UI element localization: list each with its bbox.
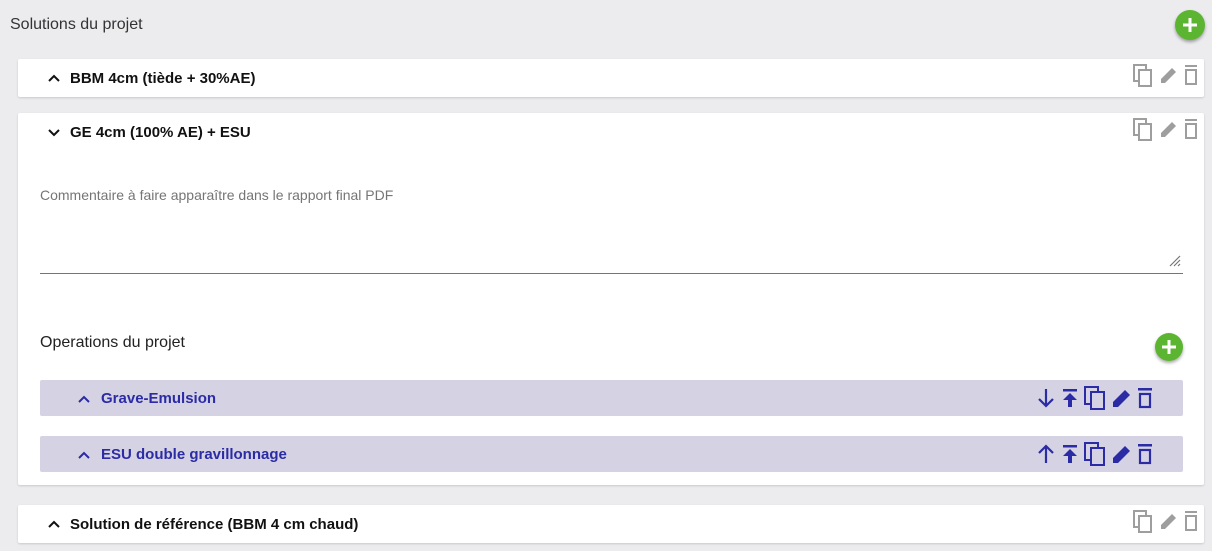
resize-handle-icon[interactable] [1167,253,1181,267]
solution-actions [1132,63,1200,87]
chevron-up-icon [48,520,60,528]
add-operation-button[interactable] [1155,333,1183,361]
trash-icon[interactable] [1135,386,1155,410]
pencil-icon[interactable] [1110,386,1132,410]
operation-actions [1035,385,1155,411]
chevron-down-icon [48,129,60,137]
solution-card: BBM 4cm (tiède + 30%AE) [18,59,1204,97]
solutions-header: Solutions du projet [0,0,1212,50]
solution-title: BBM 4cm (tiède + 30%AE) [70,69,256,87]
solution-header[interactable]: Solution de référence (BBM 4 cm chaud) [18,505,1204,543]
plus-icon [1183,18,1197,32]
operation-actions [1035,441,1155,467]
chevron-up-icon [48,74,60,82]
pencil-icon[interactable] [1158,63,1178,87]
operation-row[interactable]: ESU double gravillonnage [40,436,1183,472]
copy-icon[interactable] [1083,385,1107,411]
move-to-top-icon[interactable] [1060,386,1080,410]
plus-icon [1162,340,1176,354]
solution-title: GE 4cm (100% AE) + ESU [70,123,251,141]
operation-label: Grave-Emulsion [101,390,217,407]
pencil-icon[interactable] [1158,509,1178,533]
solution-header[interactable]: BBM 4cm (tiède + 30%AE) [18,59,1204,97]
pencil-icon[interactable] [1110,442,1132,466]
solution-actions [1132,117,1200,141]
add-solution-button[interactable] [1175,10,1205,40]
chevron-up-icon [78,451,90,459]
solution-header[interactable]: GE 4cm (100% AE) + ESU [18,113,1204,151]
move-to-top-icon[interactable] [1060,442,1080,466]
section-title: Solutions du projet [10,16,143,33]
trash-icon[interactable] [1182,117,1200,141]
copy-icon[interactable] [1083,441,1107,467]
trash-icon[interactable] [1182,509,1200,533]
operation-label: ESU double gravillonnage [101,446,287,463]
copy-icon[interactable] [1132,63,1154,87]
trash-icon[interactable] [1135,442,1155,466]
comment-textarea[interactable]: Commentaire à faire apparaître dans le r… [40,173,1183,274]
solution-actions [1132,509,1200,533]
solution-card: Solution de référence (BBM 4 cm chaud) [18,505,1204,543]
operation-row[interactable]: Grave-Emulsion [40,380,1183,416]
solution-title: Solution de référence (BBM 4 cm chaud) [70,515,359,533]
copy-icon[interactable] [1132,509,1154,533]
solution-card-expanded: GE 4cm (100% AE) + ESU Commentaire à fai… [18,113,1204,485]
chevron-up-icon [78,395,90,403]
trash-icon[interactable] [1182,63,1200,87]
arrow-down-icon[interactable] [1035,386,1057,410]
operations-title: Operations du projet [40,334,185,351]
arrow-up-icon[interactable] [1035,442,1057,466]
copy-icon[interactable] [1132,117,1154,141]
pencil-icon[interactable] [1158,117,1178,141]
comment-placeholder: Commentaire à faire apparaître dans le r… [40,187,394,203]
